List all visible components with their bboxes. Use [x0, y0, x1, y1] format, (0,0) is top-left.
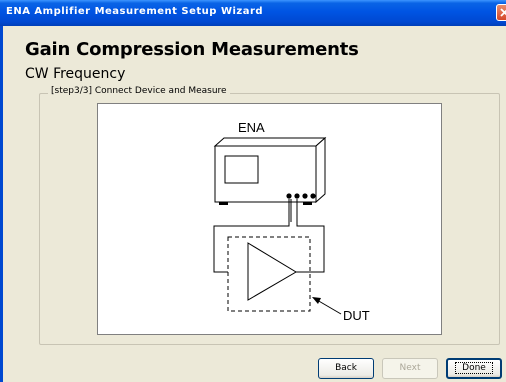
done-label: Done [455, 362, 493, 374]
amplifier-icon [247, 242, 297, 301]
back-button[interactable]: Back [318, 358, 374, 379]
connection-diagram-svg: ENA DUT [213, 120, 370, 323]
close-icon [500, 8, 506, 17]
ena-label: ENA [238, 120, 265, 135]
next-button[interactable]: Next [382, 358, 438, 379]
window-title: ENA Amplifier Measurement Setup Wizard [6, 6, 264, 17]
done-button[interactable]: Done [446, 358, 502, 379]
title-bar: ENA Amplifier Measurement Setup Wizard [0, 0, 506, 26]
page-subtitle: CW Frequency [25, 66, 126, 82]
connection-diagram: ENA DUT [97, 103, 442, 335]
step-label: [step3/3] Connect Device and Measure [48, 86, 230, 96]
page-title: Gain Compression Measurements [25, 39, 359, 60]
window-frame [0, 26, 3, 382]
dut-arrow-icon [312, 297, 342, 315]
ena-instrument-icon [213, 136, 327, 205]
close-button[interactable] [496, 4, 506, 21]
dut-label: DUT [343, 308, 370, 323]
